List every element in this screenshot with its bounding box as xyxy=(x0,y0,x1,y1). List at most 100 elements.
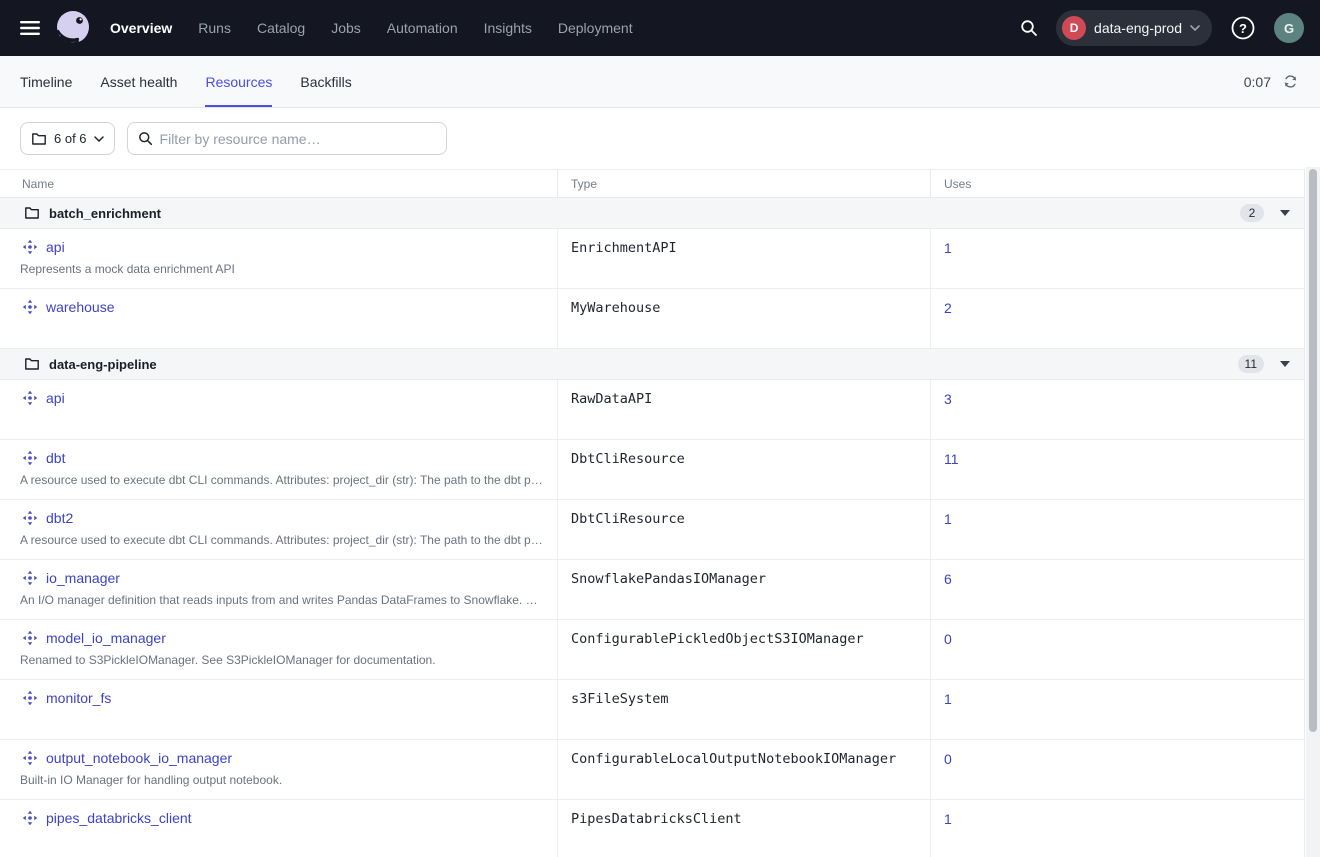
resource-row: pipes_databricks_client PipesDatabricksC… xyxy=(0,800,1304,857)
resource-name-link[interactable]: dbt2 xyxy=(46,510,73,526)
topbar-right: D data-eng-prod ? G xyxy=(1016,10,1304,46)
menu-icon[interactable] xyxy=(14,14,46,42)
app-root: Overview Runs Catalog Jobs Automation In… xyxy=(0,0,1320,857)
resource-description: An I/O manager definition that reads inp… xyxy=(0,586,557,607)
resource-row: io_manager An I/O manager definition tha… xyxy=(0,560,1304,620)
resource-name-link[interactable]: model_io_manager xyxy=(46,630,166,646)
resource-type: RawDataAPI xyxy=(557,380,930,439)
resource-name-link[interactable]: output_notebook_io_manager xyxy=(46,750,232,766)
resource-uses-cell: 1 xyxy=(930,500,1305,559)
refresh-button[interactable] xyxy=(1281,72,1300,91)
resource-icon xyxy=(22,750,38,766)
resource-icon xyxy=(22,450,38,466)
nav-jobs[interactable]: Jobs xyxy=(331,20,361,36)
resource-description: Built-in IO Manager for handling output … xyxy=(0,766,557,787)
resource-uses-link[interactable]: 6 xyxy=(944,571,952,587)
resource-icon xyxy=(22,299,38,315)
resource-name-link[interactable]: warehouse xyxy=(46,299,115,315)
group-row[interactable]: data-eng-pipeline 11 xyxy=(0,349,1304,380)
resource-row: warehouse MyWarehouse 2 xyxy=(0,289,1304,349)
resource-search-input[interactable] xyxy=(160,131,436,147)
resource-name-link[interactable]: dbt xyxy=(46,450,65,466)
resource-uses-link[interactable]: 0 xyxy=(944,631,952,647)
column-header-uses: Uses xyxy=(930,170,1305,197)
caret-down-icon[interactable] xyxy=(1280,361,1290,367)
resource-row: output_notebook_io_manager Built-in IO M… xyxy=(0,740,1304,800)
search-icon xyxy=(1020,19,1038,37)
resource-icon xyxy=(22,570,38,586)
nav-automation[interactable]: Automation xyxy=(387,20,458,36)
resource-row: dbt2 A resource used to execute dbt CLI … xyxy=(0,500,1304,560)
resource-uses-link[interactable]: 3 xyxy=(944,391,952,407)
table-header: Name Type Uses xyxy=(0,169,1304,198)
folder-icon xyxy=(24,356,40,372)
chevron-down-icon xyxy=(94,136,104,142)
nav-overview[interactable]: Overview xyxy=(110,20,172,36)
resource-name-link[interactable]: monitor_fs xyxy=(46,690,111,706)
refresh-countdown: 0:07 xyxy=(1244,74,1271,90)
group-count-badge: 11 xyxy=(1238,355,1264,373)
group-row[interactable]: batch_enrichment 2 xyxy=(0,198,1304,229)
resource-name-link[interactable]: api xyxy=(46,390,65,406)
resource-name-cell: output_notebook_io_manager Built-in IO M… xyxy=(0,740,557,799)
overview-tab-bar: Timeline Asset health Resources Backfill… xyxy=(0,56,1320,108)
nav-deployment[interactable]: Deployment xyxy=(558,20,633,36)
resource-uses-link[interactable]: 1 xyxy=(944,511,952,527)
resource-uses-link[interactable]: 2 xyxy=(944,300,952,316)
nav-insights[interactable]: Insights xyxy=(484,20,532,36)
resource-name-link[interactable]: api xyxy=(46,239,65,255)
chevron-down-icon xyxy=(1190,25,1200,31)
resource-icon xyxy=(22,690,38,706)
resource-type: PipesDatabricksClient xyxy=(557,800,930,857)
group-name: data-eng-pipeline xyxy=(49,357,157,372)
group-filter-button[interactable]: 6 of 6 xyxy=(20,122,115,155)
resource-icon xyxy=(22,630,38,646)
resource-uses-link[interactable]: 1 xyxy=(944,811,952,827)
tab-asset-health[interactable]: Asset health xyxy=(100,56,177,107)
hamburger-icon xyxy=(20,20,40,36)
deployment-switcher[interactable]: D data-eng-prod xyxy=(1056,10,1212,46)
resource-name-cell: dbt2 A resource used to execute dbt CLI … xyxy=(0,500,557,559)
resource-description: A resource used to execute dbt CLI comma… xyxy=(0,526,557,547)
dagster-octopus-icon xyxy=(54,9,92,47)
resource-uses-cell: 1 xyxy=(930,680,1305,739)
resource-uses-link[interactable]: 11 xyxy=(944,451,959,467)
resource-icon xyxy=(22,239,38,255)
resource-uses-cell: 6 xyxy=(930,560,1305,619)
top-nav-bar: Overview Runs Catalog Jobs Automation In… xyxy=(0,0,1320,56)
caret-down-icon[interactable] xyxy=(1280,210,1290,216)
resource-type: SnowflakePandasIOManager xyxy=(557,560,930,619)
resource-name-cell: warehouse xyxy=(0,289,557,348)
resource-uses-link[interactable]: 1 xyxy=(944,240,952,256)
resource-description: A resource used to execute dbt CLI comma… xyxy=(0,466,557,487)
resource-type: MyWarehouse xyxy=(557,289,930,348)
resource-name-cell: api xyxy=(0,380,557,439)
global-search-button[interactable] xyxy=(1016,15,1042,41)
resource-name-link[interactable]: io_manager xyxy=(46,570,120,586)
dagster-logo[interactable] xyxy=(54,9,92,47)
nav-catalog[interactable]: Catalog xyxy=(257,20,305,36)
nav-runs[interactable]: Runs xyxy=(198,20,231,36)
tab-timeline[interactable]: Timeline xyxy=(20,56,72,107)
resource-description: Renamed to S3PickleIOManager. See S3Pick… xyxy=(0,646,557,667)
resource-name-cell: model_io_manager Renamed to S3PickleIOMa… xyxy=(0,620,557,679)
resource-icon xyxy=(22,810,38,826)
resource-name-link[interactable]: pipes_databricks_client xyxy=(46,810,192,826)
resource-uses-link[interactable]: 1 xyxy=(944,691,952,707)
help-button[interactable]: ? xyxy=(1226,11,1260,45)
vertical-scrollbar[interactable] xyxy=(1306,167,1320,857)
folder-icon xyxy=(31,131,47,147)
scrollbar-thumb[interactable] xyxy=(1309,169,1317,732)
tab-backfills[interactable]: Backfills xyxy=(300,56,351,107)
resource-uses-cell: 1 xyxy=(930,229,1305,288)
resource-row: dbt A resource used to execute dbt CLI c… xyxy=(0,440,1304,500)
column-header-type: Type xyxy=(557,170,930,197)
resource-icon xyxy=(22,510,38,526)
tab-resources[interactable]: Resources xyxy=(205,56,272,107)
resource-uses-link[interactable]: 0 xyxy=(944,751,952,767)
help-icon: ? xyxy=(1230,15,1256,41)
group-name: batch_enrichment xyxy=(49,206,161,221)
user-avatar[interactable]: G xyxy=(1274,13,1304,43)
resource-row: api Represents a mock data enrichment AP… xyxy=(0,229,1304,289)
overview-tabs: Timeline Asset health Resources Backfill… xyxy=(20,56,352,107)
